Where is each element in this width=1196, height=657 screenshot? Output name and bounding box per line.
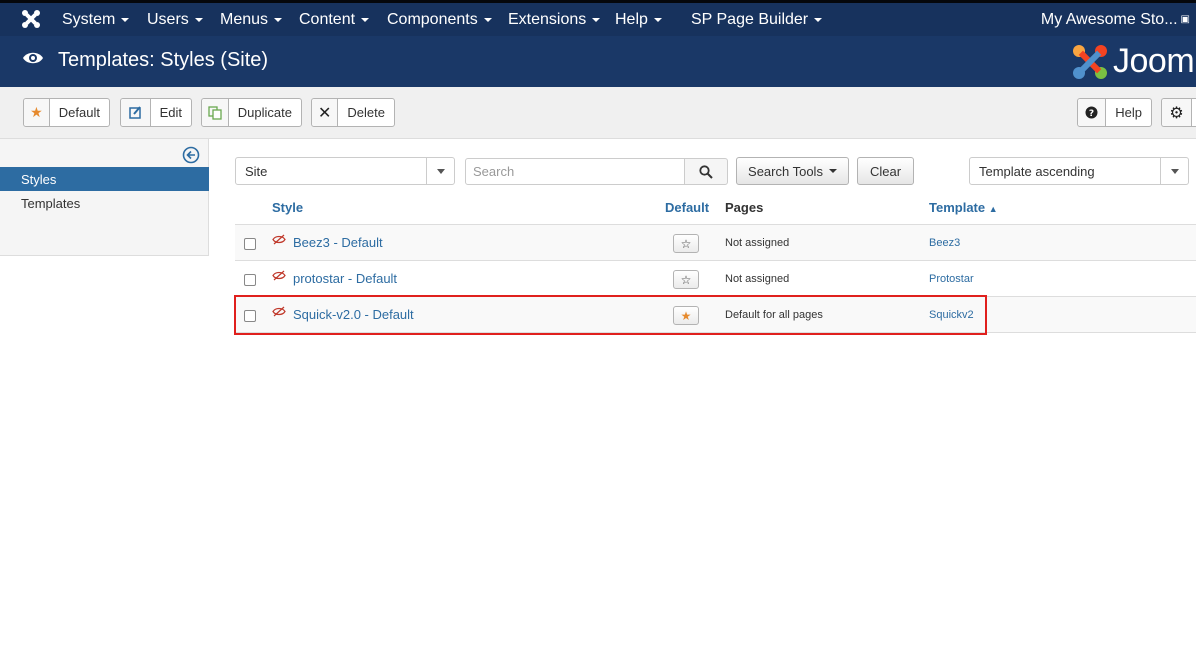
star-icon: ★ [24,99,50,126]
menu-components[interactable]: Components [387,3,492,36]
table-row: Beez3 - Default ☆ Not assigned Beez3 [235,224,1196,260]
top-navbar: System Users Menus Content Components Ex… [0,0,1196,36]
page-title: Templates: Styles (Site) [58,49,269,71]
copy-icon [202,99,229,126]
delete-button[interactable]: ✕ Delete [311,98,395,127]
external-link-icon: ▣ [1180,14,1190,25]
template-link[interactable]: Protostar [929,273,974,285]
caret-down-icon [274,17,283,22]
svg-text:?: ? [1089,109,1094,119]
template-link[interactable]: Beez3 [929,237,960,249]
dropdown-arrow-icon [426,158,454,184]
joomla-icon[interactable] [20,8,42,30]
style-name-link[interactable]: Beez3 - Default [293,235,383,250]
joomla-logo-text: Joom [1113,42,1195,80]
pages-assignment: Not assigned [725,237,790,249]
gear-icon: ⚙ [1162,99,1192,126]
question-icon: ? [1078,99,1107,126]
edit-icon [121,99,151,126]
joomla-logo: Joom [1071,42,1195,81]
menu-content[interactable]: Content [299,3,370,36]
eye-icon [23,52,43,64]
menu-extensions[interactable]: Extensions [508,3,601,36]
caret-down-icon [828,169,837,173]
column-header-style[interactable]: Style [272,200,303,215]
caret-down-icon [194,17,203,22]
style-name-link[interactable]: protostar - Default [293,271,397,286]
caret-down-icon [814,17,823,22]
eye-slash-icon[interactable] [272,270,286,281]
column-header-default[interactable]: Default [665,200,709,215]
sort-ascending-icon: ▲ [988,204,998,214]
menu-sp-page-builder[interactable]: SP Page Builder [691,3,823,36]
menu-help[interactable]: Help [615,3,662,36]
sidebar-item-styles[interactable]: Styles [0,167,209,191]
site-name-link[interactable]: My Awesome Sto... ▣ [1041,3,1190,36]
set-default-button[interactable]: ☆ [673,270,699,289]
page-header: Templates: Styles (Site) Joom [0,36,1196,87]
close-icon: ✕ [312,99,339,126]
caret-down-icon [592,17,601,22]
column-header-pages: Pages [725,200,764,215]
edit-button[interactable]: Edit [120,98,192,127]
pages-assignment: Not assigned [725,273,790,285]
ordering-select[interactable]: Template ascending [969,157,1189,185]
options-button[interactable]: ⚙ [1161,98,1196,127]
search-input[interactable] [465,158,685,185]
row-checkbox[interactable] [244,238,256,250]
caret-down-icon [483,17,492,22]
default-button[interactable]: ★ Default [23,98,110,127]
collapse-sidebar-icon[interactable] [182,146,200,164]
client-select[interactable]: Site [235,157,455,185]
caret-down-icon [653,17,662,22]
row-checkbox[interactable] [244,274,256,286]
set-default-button[interactable]: ☆ [673,234,699,253]
joomla-logo-icon [1073,44,1107,79]
menu-menus[interactable]: Menus [220,3,283,36]
toolbar: ★ Default Edit Duplicate ✕ Delete ? Help… [0,87,1196,139]
sidebar: Styles Templates [0,139,209,256]
caret-down-icon [361,17,370,22]
table-row: protostar - Default ☆ Not assigned Proto… [235,260,1196,296]
star-outline-icon: ☆ [680,236,692,251]
sidebar-item-templates[interactable]: Templates [0,191,209,215]
menu-users[interactable]: Users [147,3,203,36]
dropdown-arrow-icon [1160,158,1188,184]
menu-system[interactable]: System [62,3,130,36]
star-outline-icon: ☆ [680,272,692,287]
search-button[interactable] [684,158,728,185]
search-tools-button[interactable]: Search Tools [736,157,849,185]
caret-down-icon [121,17,130,22]
help-button[interactable]: ? Help [1077,98,1152,127]
eye-slash-icon[interactable] [272,234,286,245]
highlight-box [234,295,987,335]
column-header-template[interactable]: Template ▲ [929,200,998,215]
duplicate-button[interactable]: Duplicate [201,98,302,127]
clear-button[interactable]: Clear [857,157,914,185]
search-icon [699,164,713,179]
